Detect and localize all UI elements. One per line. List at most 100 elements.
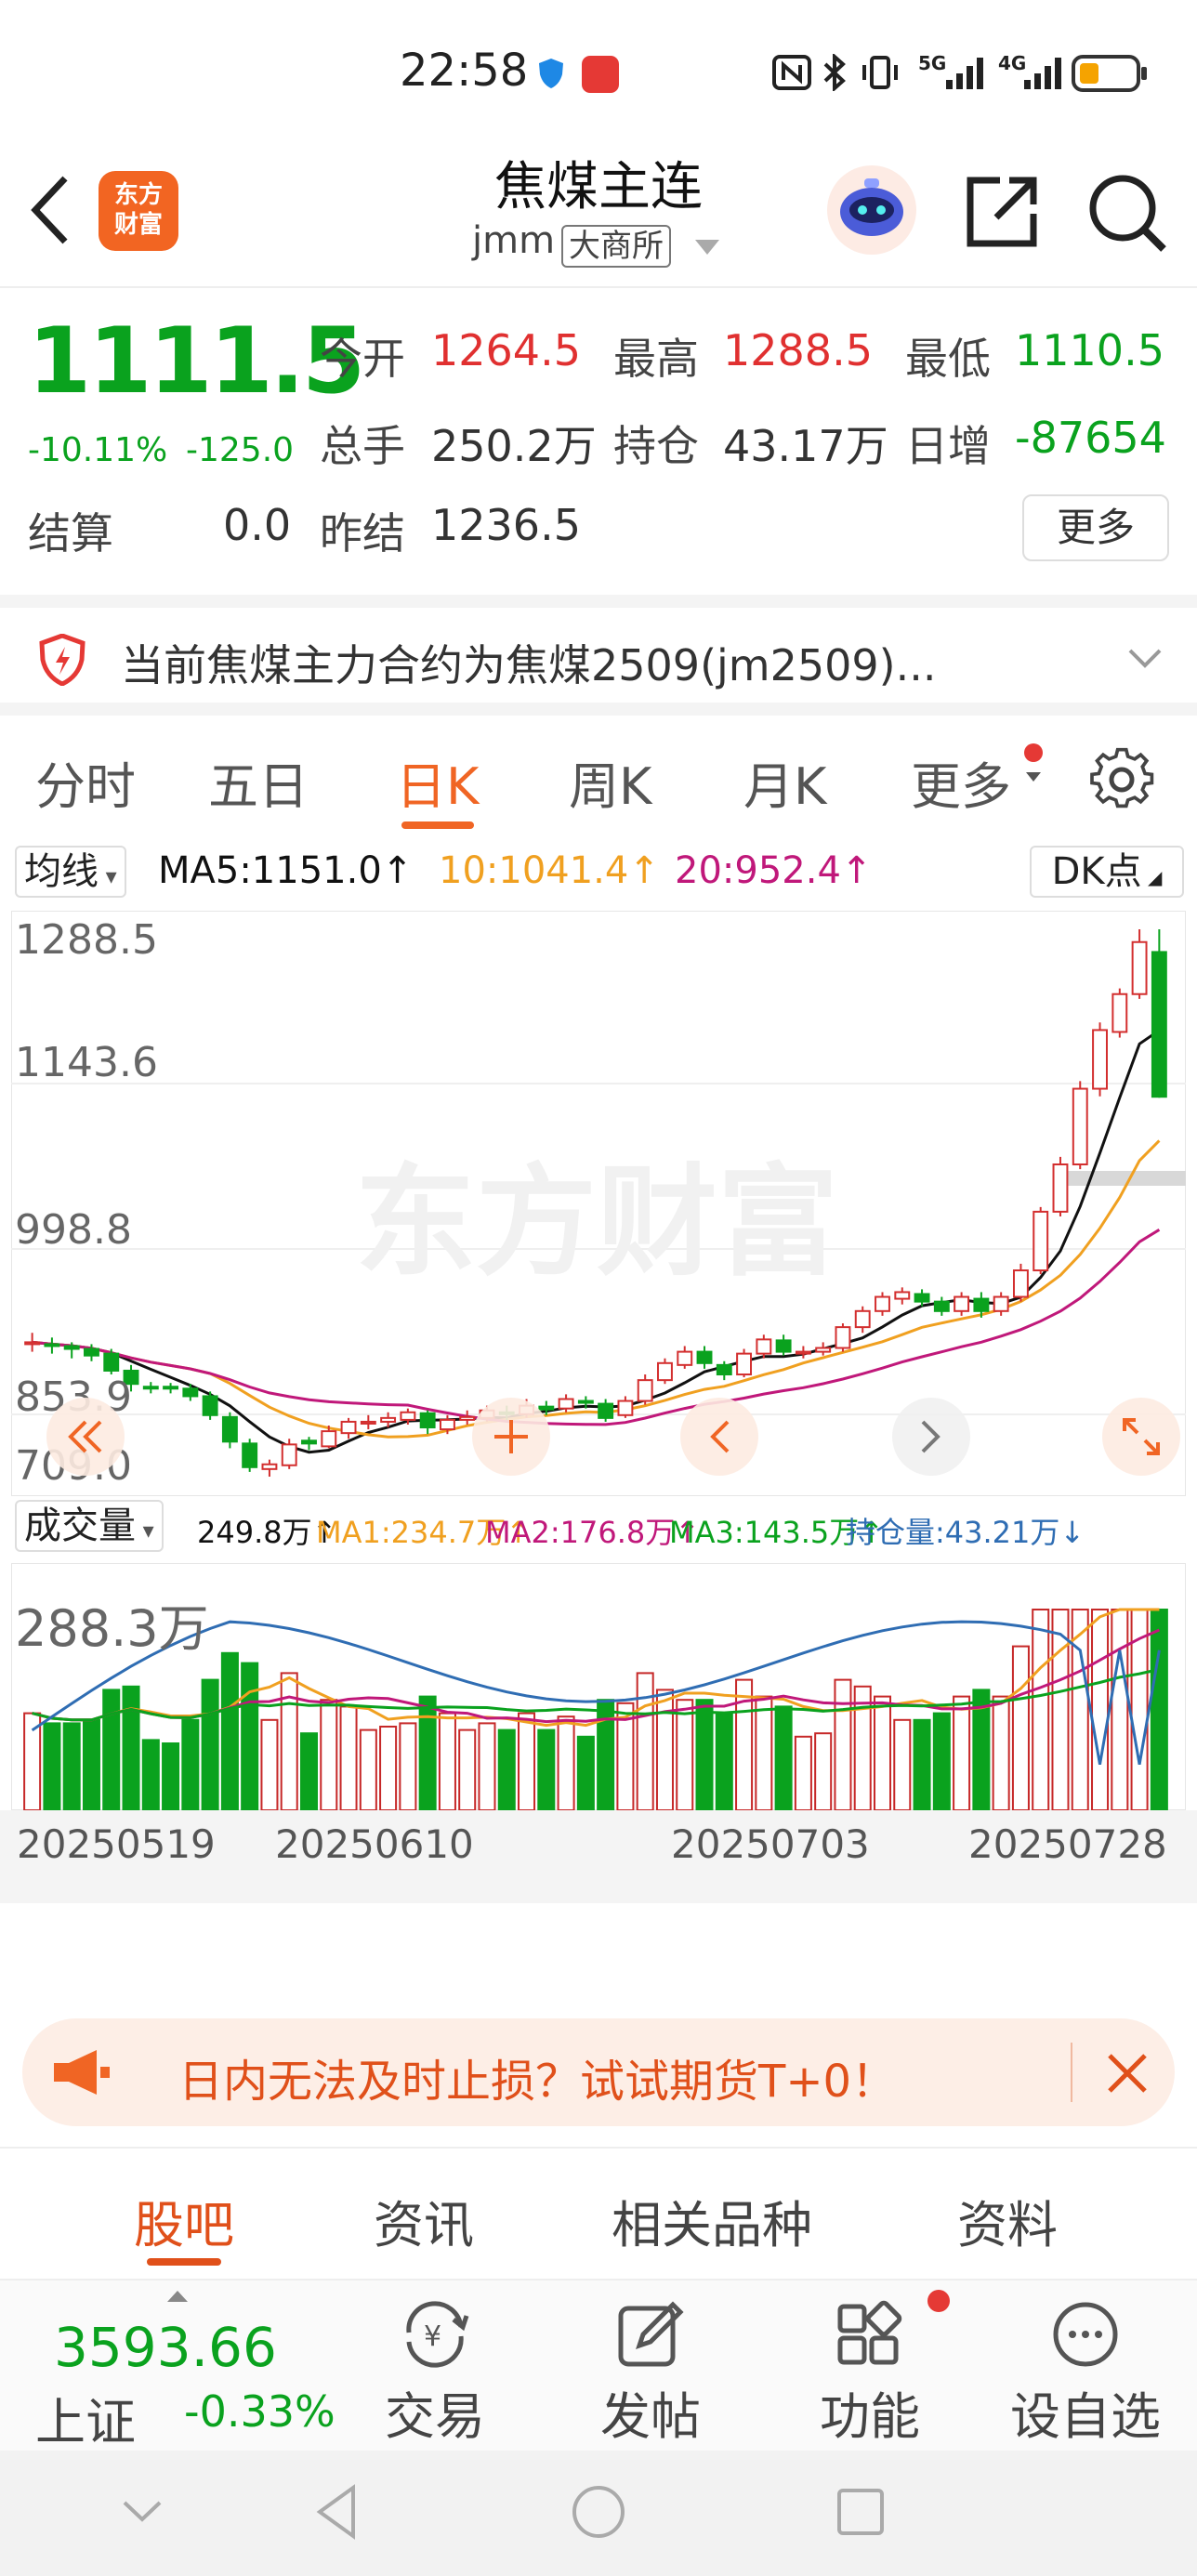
dk-point-button[interactable]: DK点 ◢ bbox=[1030, 846, 1184, 898]
candle bbox=[242, 1442, 258, 1468]
tab-news[interactable]: 资讯 bbox=[374, 2184, 474, 2257]
dk-point-label: DK点 bbox=[1051, 850, 1142, 893]
price-tick-1: 1288.5 bbox=[15, 916, 158, 964]
contract-code: jmm bbox=[472, 219, 556, 262]
tab-more[interactable]: 更多 bbox=[911, 745, 1011, 819]
volume-max-tick: 288.3万 bbox=[15, 1599, 209, 1658]
trade-icon: ¥ bbox=[406, 2301, 469, 2368]
tab-forum[interactable]: 股吧 bbox=[134, 2184, 234, 2257]
volume-bar bbox=[853, 1685, 872, 1810]
exchange-badge: 大商所 bbox=[561, 225, 671, 268]
volume-selector[interactable]: 成交量 ▾ bbox=[15, 1500, 164, 1552]
scroll-start-button[interactable] bbox=[46, 1398, 125, 1476]
candle bbox=[716, 1363, 732, 1376]
volume-selector-label: 成交量 bbox=[24, 1505, 136, 1547]
candlestick-chart[interactable]: 东方财富 bbox=[11, 911, 1186, 1496]
volume-bar bbox=[537, 1728, 556, 1810]
candle bbox=[775, 1339, 792, 1353]
tab-daily-k[interactable]: 日K bbox=[396, 745, 479, 819]
home-nav-icon[interactable] bbox=[571, 2484, 626, 2540]
volume-bar bbox=[932, 1712, 951, 1810]
candle bbox=[340, 1420, 357, 1435]
shield-status-icon bbox=[537, 58, 565, 89]
search-icon[interactable] bbox=[1085, 171, 1169, 255]
ma20-value: 20:952.4↑ bbox=[675, 849, 873, 892]
tab-five-day[interactable]: 五日 bbox=[208, 745, 309, 819]
nav-functions[interactable]: 功能 bbox=[786, 2299, 954, 2449]
promo-banner[interactable]: 日内无法及时止损？试试期货T+0！ bbox=[22, 2018, 1175, 2126]
candle bbox=[1052, 1163, 1069, 1213]
logo-line1: 东方 bbox=[113, 181, 163, 209]
recents-nav-icon[interactable] bbox=[836, 2488, 885, 2536]
date-tick-3: 20250703 bbox=[671, 1821, 870, 1867]
sim1-label: 5G bbox=[918, 52, 947, 74]
volume-bar bbox=[794, 1735, 812, 1810]
volume-bar bbox=[438, 1712, 456, 1810]
date-tick-2: 20250610 bbox=[275, 1821, 474, 1867]
page-title: 焦煤主连 bbox=[494, 157, 703, 217]
open-value: 1264.5 bbox=[431, 325, 581, 375]
dropdown-icon[interactable] bbox=[695, 240, 719, 256]
more-button[interactable]: 更多 bbox=[1022, 494, 1169, 561]
volume-bar bbox=[260, 1718, 279, 1810]
ma-selector[interactable]: 均线 ▾ bbox=[15, 846, 126, 898]
volume-bar bbox=[1032, 1609, 1050, 1810]
step-right-button[interactable] bbox=[892, 1398, 970, 1476]
volume-bar bbox=[280, 1672, 298, 1810]
edit-icon bbox=[618, 2301, 684, 2367]
candle bbox=[221, 1415, 238, 1443]
system-navigation-bar bbox=[0, 2451, 1197, 2576]
ai-assistant-icon[interactable] bbox=[825, 164, 918, 256]
candle bbox=[835, 1326, 851, 1349]
contract-notice[interactable]: 当前焦煤主力合约为焦煤2509(jm2509)... bbox=[0, 595, 1197, 716]
tab-weekly-k[interactable]: 周K bbox=[569, 745, 651, 819]
nav-post-label: 发帖 bbox=[600, 2387, 701, 2446]
gear-icon[interactable] bbox=[1089, 747, 1154, 812]
volume-bar bbox=[320, 1699, 338, 1810]
step-left-button[interactable] bbox=[680, 1398, 758, 1476]
volume-bar bbox=[241, 1662, 259, 1810]
candle bbox=[439, 1418, 455, 1431]
nav-add-watchlist[interactable]: 设自选 bbox=[1002, 2299, 1169, 2449]
grid-icon bbox=[837, 2300, 902, 2365]
tab-monthly-k[interactable]: 月K bbox=[743, 745, 826, 819]
chevron-down-icon[interactable] bbox=[1126, 645, 1164, 671]
candle bbox=[577, 1400, 594, 1404]
volume-bar bbox=[873, 1695, 892, 1810]
fullscreen-button[interactable] bbox=[1102, 1398, 1180, 1476]
volume-bar bbox=[299, 1732, 319, 1810]
tab-related[interactable]: 相关品种 bbox=[612, 2184, 812, 2257]
tab-profile[interactable]: 资料 bbox=[957, 2184, 1058, 2257]
open-interest-label: 持仓 bbox=[613, 421, 699, 471]
nav-trade[interactable]: ¥ 交易 bbox=[351, 2299, 519, 2449]
volume-bar bbox=[676, 1699, 694, 1810]
plus-icon bbox=[494, 1420, 528, 1453]
volume-bar bbox=[1091, 1609, 1110, 1810]
volume-bar bbox=[774, 1705, 793, 1810]
volume-bar bbox=[201, 1678, 219, 1810]
svg-text:¥: ¥ bbox=[424, 2320, 441, 2353]
alert-shield-icon bbox=[39, 633, 86, 687]
back-icon[interactable] bbox=[26, 173, 72, 247]
volume-ma20-line bbox=[32, 1667, 1160, 1722]
volume-bar bbox=[715, 1712, 733, 1810]
close-icon[interactable] bbox=[1106, 2052, 1149, 2095]
volume-bar bbox=[1150, 1609, 1168, 1810]
share-icon[interactable] bbox=[963, 173, 1041, 251]
tab-intraday[interactable]: 分时 bbox=[35, 745, 136, 819]
nav-post[interactable]: 发帖 bbox=[567, 2299, 734, 2449]
index-ticker[interactable]: 3593.66 上证 -0.33% bbox=[19, 2288, 353, 2451]
volume-bar bbox=[893, 1718, 912, 1810]
more-dots-icon bbox=[1053, 2302, 1118, 2367]
settle-label: 结算 bbox=[28, 508, 113, 559]
volume-bar bbox=[478, 1722, 496, 1810]
volume-bar bbox=[953, 1695, 971, 1810]
hide-keyboard-icon[interactable] bbox=[121, 2497, 164, 2525]
megaphone-icon bbox=[50, 2046, 112, 2098]
open-interest-indicator: 持仓量:43.21万↓ bbox=[846, 1515, 1085, 1550]
zoom-in-button[interactable] bbox=[472, 1398, 550, 1476]
volume-bar bbox=[576, 1735, 595, 1810]
candle bbox=[163, 1386, 179, 1390]
price-tick-2: 1143.6 bbox=[15, 1039, 158, 1086]
back-nav-icon[interactable] bbox=[316, 2484, 357, 2540]
